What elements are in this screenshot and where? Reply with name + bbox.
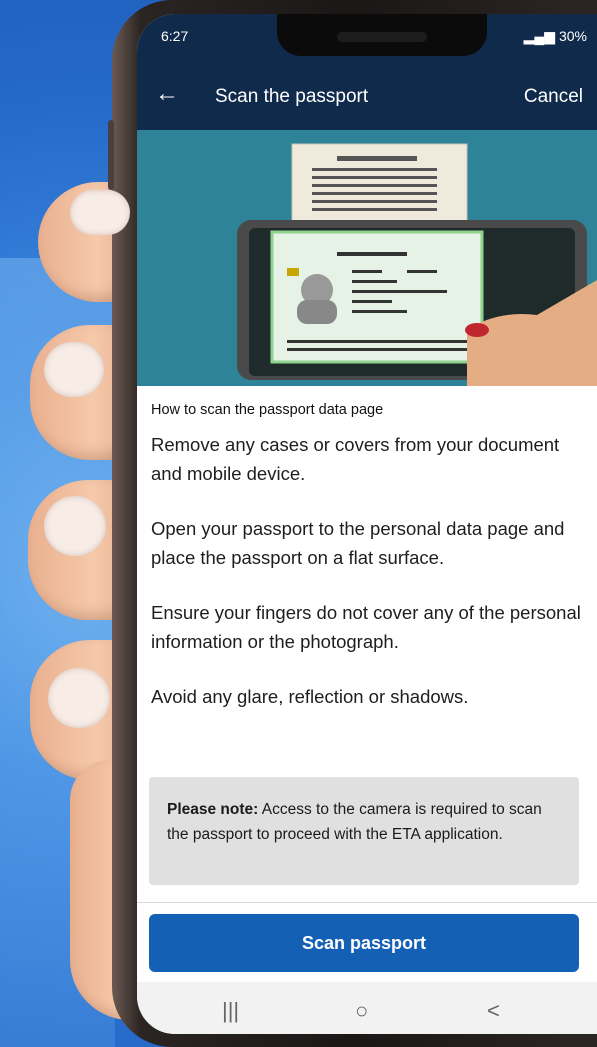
phone-screen: 6:27 ▂▄▆ 30% ← Scan the passport Cancel [137, 14, 597, 1034]
fingernail-3 [44, 496, 106, 556]
app-bar: ← Scan the passport Cancel [137, 60, 597, 130]
camera-note-box: Please note: Access to the camera is req… [149, 777, 579, 885]
fingernail-4 [48, 668, 110, 728]
instruction-step-4: Avoid any glare, reflection or shadows. [151, 686, 469, 707]
scan-illustration [137, 130, 597, 386]
passport-scan-illustration [237, 143, 597, 386]
status-battery: ▂▄▆ 30% [523, 28, 587, 44]
camera-note-text: Please note: Access to the camera is req… [167, 797, 562, 847]
page-title: Scan the passport [215, 86, 369, 107]
signal-icon: ▂▄▆ [523, 28, 559, 44]
back-arrow-icon[interactable]: ← [155, 82, 179, 106]
nav-back-icon[interactable]: < [487, 998, 500, 1024]
system-nav-bar: ||| ○ < [137, 982, 597, 1034]
instruction-step-1: Remove any cases or covers from your doc… [151, 434, 560, 484]
scan-passport-button[interactable]: Scan passport [149, 914, 579, 972]
recents-icon[interactable]: ||| [222, 998, 239, 1024]
camera-notch [277, 14, 487, 56]
divider [137, 902, 597, 903]
note-label: Please note: [167, 801, 259, 818]
speaker-grille [337, 32, 427, 42]
status-time: 6:27 [161, 28, 189, 44]
instructions-heading: How to scan the passport data page [151, 402, 384, 418]
instruction-step-3: Ensure your fingers do not cover any of … [151, 602, 581, 652]
home-icon[interactable]: ○ [355, 998, 368, 1024]
instructions-section: How to scan the passport data page Remov… [151, 402, 581, 737]
fingernail-2 [44, 342, 104, 397]
instruction-step-2: Open your passport to the personal data … [151, 518, 565, 568]
cancel-button[interactable]: Cancel [524, 86, 583, 108]
phone-side-button [108, 120, 114, 190]
fingernail-1 [70, 190, 130, 235]
